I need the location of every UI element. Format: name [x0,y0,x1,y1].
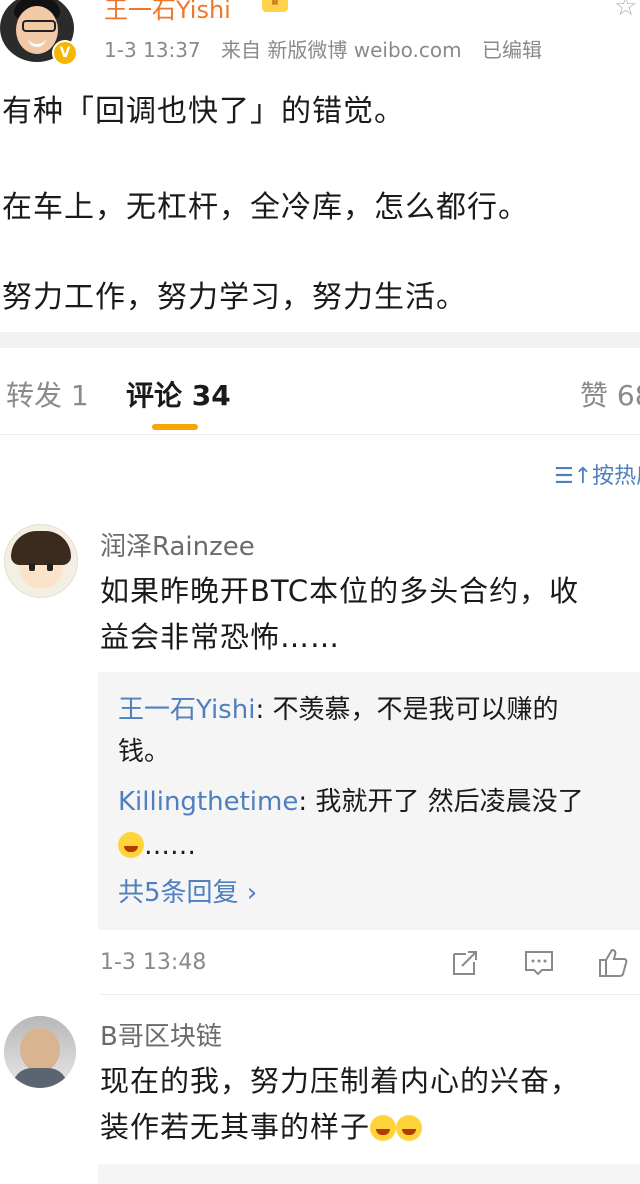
comment-text-line: 益会非常恐怖…… [100,620,341,654]
commenter-avatar[interactable] [4,524,78,598]
verified-badge-icon: V [52,40,78,66]
reply-text: : 我就开了 然后凌晨没了 [298,787,584,817]
reply-text: : 不羡慕，不是我可以赚的 [255,695,559,725]
comment-text-line: 装作若无其事的样子 [100,1104,423,1150]
reply-item: Killingthetime: 我就开了 然后凌晨没了 [118,780,584,824]
tab-repost[interactable]: 转发 1 [6,374,89,414]
reply-text: 钱。 [118,737,171,767]
post-text-line: 在车上，无杠杆，全冷库，怎么都行。 [2,190,529,225]
commenter-avatar[interactable] [4,1016,76,1088]
commenter-name[interactable]: 润泽Rainzee [100,526,255,563]
sort-icon: ☰↑ [554,464,593,489]
reply-item: …… [118,824,196,868]
sort-button[interactable]: ☰↑按热度 [554,458,640,490]
post-text-line: 努力工作，努力学习，努力生活。 [2,280,467,315]
tab-divider [0,434,640,435]
author-name[interactable]: 王一石Yishi [104,0,231,25]
post-meta: 1-3 13:37 来自 新版微博 weibo.com 已编辑 [104,34,556,63]
section-divider [0,332,640,348]
more-replies-link[interactable]: 共5条回复 › [118,872,257,909]
laugh-cry-emoji-icon [396,1115,423,1141]
comment-time: 1-3 13:48 [100,950,207,975]
reply-preview-box[interactable]: 王一石Yishi: 不羡慕，不是我可以赚的 钱。 Killingthetime:… [98,672,640,930]
comment-separator [100,994,640,995]
vip-crown-icon: ♛ [262,0,288,12]
comment-text-line: 如果昨晚开BTC本位的多头合约，收 [100,574,580,608]
comment-text: 装作若无其事的样子 [100,1110,371,1144]
reply-username[interactable]: Killingthetime [118,787,298,817]
reply-username[interactable]: 王一石Yishi [118,695,255,725]
comment-text-line: 现在的我，努力压制着内心的兴奋， [100,1064,581,1098]
comment-icon[interactable] [522,946,556,980]
like-thumb-icon[interactable] [596,946,630,980]
laugh-cry-emoji-icon [118,832,144,858]
post-source: 来自 新版微博 weibo.com [221,38,462,62]
reply-item: 王一石Yishi: 不羡慕，不是我可以赚的 [118,688,558,732]
active-tab-indicator [152,424,198,430]
favorite-star-icon[interactable]: ☆ [614,0,637,22]
post-text-line: 有种「回调也快了」的错觉。 [2,94,405,129]
reply-text: …… [144,831,196,861]
laugh-cry-emoji-icon [370,1115,397,1141]
reply-preview-box[interactable] [98,1164,640,1184]
tab-comment[interactable]: 评论 34 [126,374,231,414]
tab-like[interactable]: 赞 68 [580,374,640,414]
share-icon[interactable] [448,946,482,980]
commenter-name[interactable]: B哥区块链 [100,1016,222,1053]
post-time: 1-3 13:37 [104,38,201,62]
sort-label: 按热度 [592,464,640,489]
edited-label: 已编辑 [481,38,542,62]
